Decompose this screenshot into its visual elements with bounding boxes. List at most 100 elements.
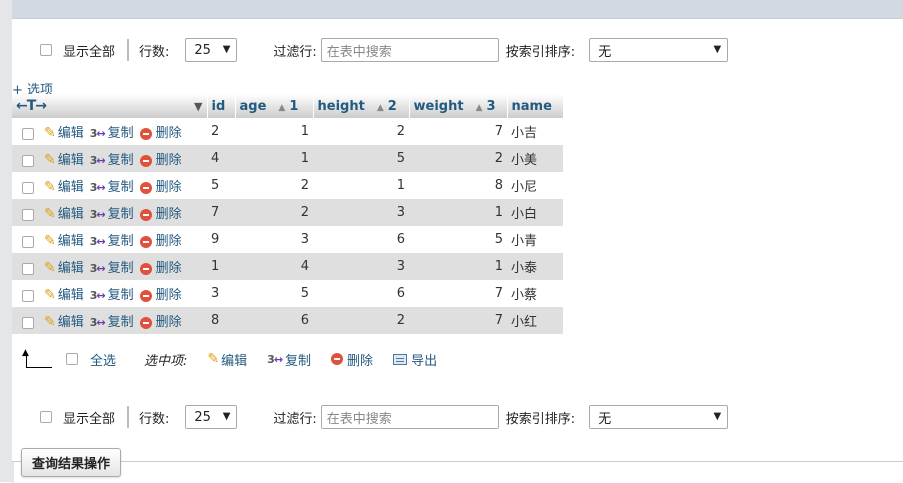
row-edit-label: 编辑 (57, 207, 84, 222)
row-actions-cell: ✎ 编辑 3↔ 复制 删除 (12, 307, 207, 334)
show-all-checkbox[interactable] (40, 411, 52, 423)
row-copy-label: 复制 (107, 288, 134, 303)
row-delete-button[interactable]: 删除 (139, 180, 188, 195)
column-label: name (511, 98, 552, 114)
pencil-icon: ✎ (44, 206, 56, 222)
row-copy-button[interactable]: 3↔ 复制 (90, 315, 140, 330)
row-copy-label: 复制 (107, 153, 134, 168)
row-edit-label: 编辑 (57, 180, 84, 195)
row-copy-button[interactable]: 3↔ 复制 (90, 234, 140, 249)
row-delete-button[interactable]: 删除 (139, 126, 188, 141)
filter-rows-input[interactable]: 在表中搜索 (320, 405, 499, 429)
query-results-operations-tab[interactable]: 查询结果操作 (21, 448, 122, 477)
row-checkbox[interactable] (22, 289, 34, 302)
cell-name: 小吉 (507, 118, 563, 145)
row-copy-button[interactable]: 3↔ 复制 (90, 180, 140, 195)
row-checkbox[interactable] (22, 154, 34, 167)
divider (127, 39, 130, 61)
filter-rows-placeholder: 在表中搜索 (326, 411, 392, 427)
row-edit-button[interactable]: ✎ 编辑 (44, 233, 90, 249)
row-checkbox[interactable] (22, 262, 34, 275)
cell-weight: 1 (409, 253, 507, 280)
cell-age: 2 (235, 199, 313, 226)
rows-select[interactable]: 25 ▼ (185, 38, 238, 62)
row-edit-button[interactable]: ✎ 编辑 (44, 152, 90, 168)
panel-edge (12, 462, 14, 483)
row-delete-button[interactable]: 删除 (139, 153, 188, 168)
bulk-edit-button[interactable]: ✎ 编辑 (207, 350, 247, 369)
check-all-link[interactable]: 全选 (90, 350, 116, 369)
row-edit-button[interactable]: ✎ 编辑 (44, 206, 90, 222)
cell-name: 小泰 (507, 253, 563, 280)
table-header-row: ←T→ ▼ id age ▲ 1 height ▲ 2 weight ▲ 3 name (12, 94, 564, 118)
row-copy-button[interactable]: 3↔ 复制 (90, 288, 140, 303)
rows-select-value: 25 (194, 409, 211, 425)
copy-icon: 3↔ (89, 235, 106, 248)
row-edit-button[interactable]: ✎ 编辑 (44, 314, 90, 330)
row-checkbox[interactable] (22, 127, 34, 140)
top-bar (12, 0, 903, 19)
bulk-copy-button[interactable]: 3↔ 复制 (267, 350, 311, 369)
left-edge-rule (0, 0, 12, 482)
sort-by-key-value: 无 (598, 411, 612, 427)
row-checkbox[interactable] (22, 235, 34, 248)
column-header-weight[interactable]: weight ▲ 3 (409, 94, 508, 118)
row-delete-button[interactable]: 删除 (139, 207, 188, 222)
sort-asc-icon: ▲ (475, 102, 483, 113)
rows-select-value: 25 (194, 42, 211, 58)
row-checkbox[interactable] (22, 181, 34, 194)
row-copy-button[interactable]: 3↔ 复制 (90, 126, 140, 141)
row-copy-button[interactable]: 3↔ 复制 (90, 207, 140, 222)
filter-rows-label: 过滤行: (273, 44, 317, 60)
cell-name: 小尼 (507, 172, 563, 199)
row-delete-label: 删除 (155, 153, 182, 168)
bulk-export-label: 导出 (411, 353, 438, 369)
column-arrows-header[interactable]: ←T→ ▼ (12, 94, 208, 118)
sort-by-key-select[interactable]: 无 ▼ (589, 38, 729, 62)
row-edit-button[interactable]: ✎ 编辑 (44, 179, 90, 195)
column-header-id[interactable]: id (207, 94, 236, 118)
cell-weight: 7 (409, 307, 507, 334)
cell-height: 6 (313, 226, 409, 253)
sort-by-key-value: 无 (598, 44, 612, 60)
filter-rows-input[interactable]: 在表中搜索 (320, 38, 499, 62)
row-checkbox[interactable] (22, 208, 34, 221)
bulk-edit-label: 编辑 (221, 353, 248, 369)
row-copy-button[interactable]: 3↔ 复制 (90, 153, 140, 168)
table-row: ✎ 编辑 3↔ 复制 删除 1 4 3 1 小泰 (12, 253, 563, 280)
pencil-icon: ✎ (44, 179, 56, 195)
row-copy-label: 复制 (107, 261, 134, 276)
cell-age: 1 (235, 145, 313, 172)
copy-icon: 3↔ (89, 316, 106, 329)
row-edit-button[interactable]: ✎ 编辑 (44, 125, 90, 141)
row-delete-label: 删除 (155, 261, 182, 276)
row-delete-button[interactable]: 删除 (139, 315, 188, 330)
show-all-checkbox[interactable] (40, 44, 52, 56)
rows-select[interactable]: 25 ▼ (185, 405, 238, 429)
sort-by-key-select[interactable]: 无 ▼ (589, 405, 729, 429)
column-header-height[interactable]: height ▲ 2 (313, 94, 410, 118)
row-copy-button[interactable]: 3↔ 复制 (90, 261, 140, 276)
caret-down-icon[interactable]: ▼ (194, 100, 202, 113)
row-delete-button[interactable]: 删除 (139, 288, 188, 303)
copy-icon: 3↔ (89, 181, 106, 194)
bulk-delete-button[interactable]: 删除 (331, 350, 373, 369)
arrow-up-left-icon: ▲ (22, 348, 52, 368)
pencil-icon: ✎ (44, 260, 56, 276)
cell-weight: 8 (409, 172, 507, 199)
column-header-age[interactable]: age ▲ 1 (235, 94, 314, 118)
check-all-checkbox[interactable] (66, 353, 78, 365)
row-checkbox[interactable] (22, 316, 34, 329)
cell-id: 7 (207, 199, 235, 226)
row-copy-label: 复制 (107, 315, 134, 330)
bulk-export-button[interactable]: 导出 (393, 350, 437, 369)
row-edit-button[interactable]: ✎ 编辑 (44, 287, 90, 303)
column-header-name[interactable]: name (507, 94, 564, 118)
row-actions-cell: ✎ 编辑 3↔ 复制 删除 (12, 118, 207, 145)
row-edit-button[interactable]: ✎ 编辑 (44, 260, 90, 276)
row-delete-label: 删除 (155, 126, 182, 141)
row-delete-button[interactable]: 删除 (139, 234, 188, 249)
pencil-icon: ✎ (44, 152, 56, 168)
row-delete-button[interactable]: 删除 (139, 261, 188, 276)
column-label: height (317, 98, 365, 114)
